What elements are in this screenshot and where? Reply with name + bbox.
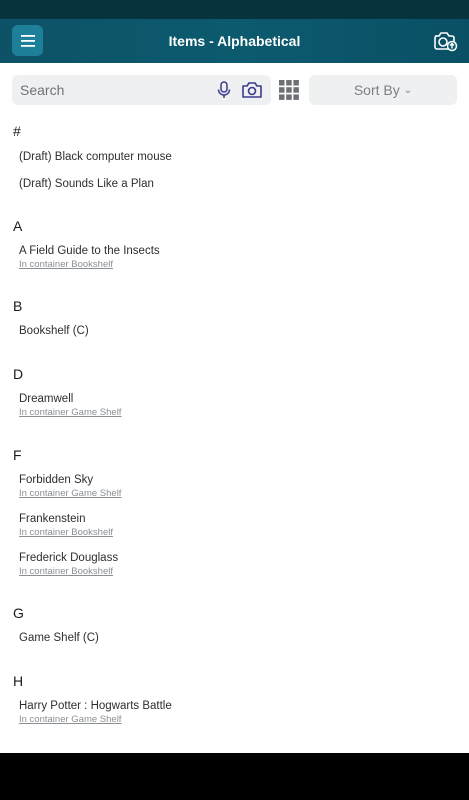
system-nav-bar (0, 753, 469, 800)
grid-view-icon[interactable] (279, 80, 299, 100)
item-title: (Draft) Sounds Like a Plan (19, 178, 154, 190)
item-container-link[interactable]: In container Bookshelf (19, 527, 113, 539)
camera-upload-button[interactable] (431, 27, 459, 55)
status-bar (0, 0, 469, 19)
item-title: Frankenstein (19, 513, 86, 525)
list-item[interactable]: Forbidden Sky In container Game Shelf (19, 473, 121, 500)
list-item[interactable]: (Draft) Black computer mouse (19, 150, 172, 164)
section-header: B (13, 298, 23, 314)
list-item[interactable]: (Draft) Sounds Like a Plan (19, 177, 154, 191)
search-input[interactable] (12, 75, 212, 105)
list-item[interactable]: Game Shelf (C) (19, 631, 99, 645)
section-header: D (13, 366, 24, 382)
microphone-icon[interactable] (216, 81, 232, 99)
items-content: Sort By ⌄ # (Draft) Black computer mouse (… (0, 63, 469, 753)
list-item[interactable]: A Field Guide to the Insects In container… (19, 244, 160, 271)
list-item[interactable]: Frederick Douglass In container Bookshelf (19, 551, 118, 578)
camera-icon[interactable] (241, 81, 263, 99)
search-box (12, 75, 271, 105)
item-container-link[interactable]: In container Bookshelf (19, 259, 160, 271)
section-header: F (13, 447, 22, 463)
sort-by-button[interactable]: Sort By ⌄ (309, 75, 457, 105)
camera-upload-icon (434, 32, 458, 52)
chevron-down-icon: ⌄ (403, 85, 413, 96)
list-item[interactable]: Frankenstein In container Bookshelf (19, 512, 113, 539)
section-header: H (13, 673, 24, 689)
item-title: Harry Potter : Hogwarts Battle (19, 700, 172, 712)
menu-icon (20, 34, 35, 47)
list-item[interactable]: Dreamwell In container Game Shelf (19, 392, 121, 419)
item-title: A Field Guide to the Insects (19, 245, 160, 257)
item-title: Bookshelf (C) (19, 325, 89, 337)
menu-button[interactable] (12, 25, 43, 56)
item-container-link[interactable]: In container Game Shelf (19, 407, 121, 419)
item-title: Frederick Douglass (19, 552, 119, 564)
item-title: (Draft) Black computer mouse (19, 151, 172, 163)
item-title: Forbidden Sky (19, 474, 94, 486)
search-toolbar: Sort By ⌄ (12, 75, 457, 105)
page-title: Items - Alphabetical (168, 33, 301, 49)
app-bar: Items - Alphabetical (0, 19, 469, 63)
list-item[interactable]: Bookshelf (C) (19, 324, 89, 338)
item-container-link[interactable]: In container Game Shelf (19, 714, 172, 726)
item-title: Dreamwell (19, 393, 74, 405)
list-item[interactable]: Harry Potter : Hogwarts Battle In contain… (19, 699, 172, 726)
section-header: A (13, 218, 23, 234)
section-header: # (13, 123, 21, 139)
item-container-link[interactable]: In container Game Shelf (19, 488, 121, 500)
section-header: G (13, 605, 24, 621)
sort-by-label: Sort By (353, 82, 400, 98)
item-title: Game Shelf (C) (19, 632, 99, 644)
item-container-link[interactable]: In container Bookshelf (19, 566, 118, 578)
